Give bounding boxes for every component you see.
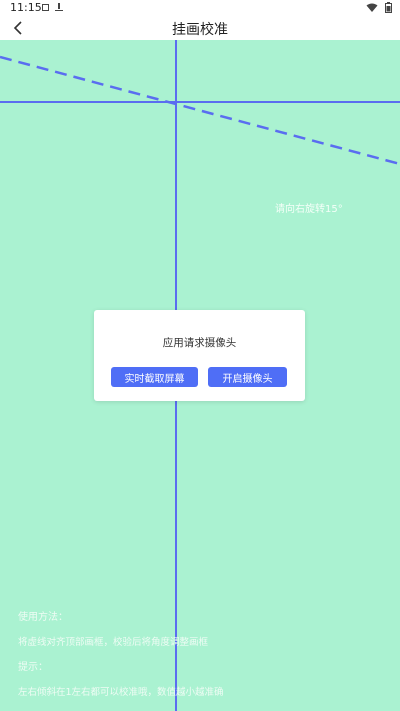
calibration-canvas[interactable]: 请向右旋转15° 使用方法： 将虚线对齐顶部画框，校验后将角度调整画框 提示： … xyxy=(0,40,400,711)
dialog-title: 应用请求摄像头 xyxy=(162,337,237,349)
usage-heading: 使用方法： xyxy=(18,612,68,623)
tip-text: 左右倾斜在1左右都可以校准哦，数值越小越准确 xyxy=(18,687,224,698)
rotation-hint: 请向右旋转15° xyxy=(275,204,343,215)
page-title: 挂画校准 xyxy=(172,22,228,38)
download-icon xyxy=(55,3,63,11)
status-bar: 11:15 xyxy=(0,0,400,16)
open-camera-button[interactable]: 开启摄像头 xyxy=(208,367,287,387)
tip-heading: 提示： xyxy=(18,662,48,673)
usage-instruction: 将虚线对齐顶部画框，校验后将角度调整画框 xyxy=(18,637,209,648)
usage-instructions: 使用方法： 将虚线对齐顶部画框，校验后将角度调整画框 提示： 左右倾斜在1左右都… xyxy=(18,605,224,705)
dashed-angle-line xyxy=(0,55,400,166)
wifi-icon xyxy=(366,3,378,12)
status-time: 11:15 xyxy=(10,1,42,14)
app-bar: 挂画校准 xyxy=(0,16,400,40)
screen-capture-button[interactable]: 实时截取屏幕 xyxy=(111,367,198,387)
notification-square-icon xyxy=(42,3,49,11)
battery-icon xyxy=(385,2,392,13)
camera-request-dialog: 应用请求摄像头 实时截取屏幕 开启摄像头 xyxy=(94,310,305,401)
